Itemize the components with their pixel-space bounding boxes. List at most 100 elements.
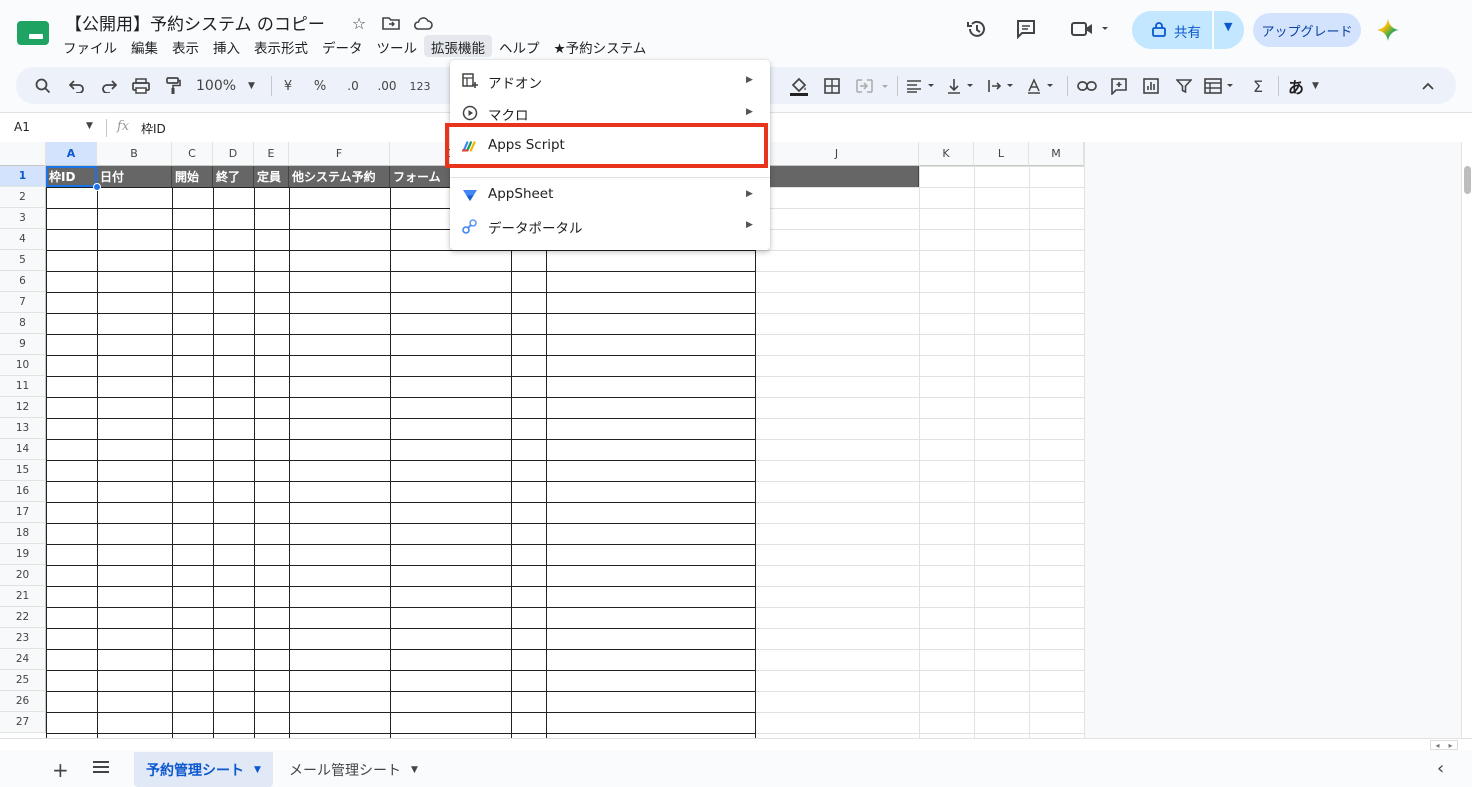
number-format-button[interactable]: 123	[408, 76, 432, 96]
menu-file[interactable]: ファイル	[56, 35, 124, 57]
redo-icon[interactable]	[99, 76, 119, 96]
row-header[interactable]: 24	[0, 649, 46, 670]
menu-help[interactable]: ヘルプ	[492, 35, 547, 57]
move-folder-icon[interactable]	[380, 12, 402, 34]
share-button[interactable]: 共有 ▼	[1132, 11, 1244, 49]
meet-icon[interactable]	[1068, 16, 1112, 42]
row-header[interactable]: 17	[0, 502, 46, 523]
filter-views-icon[interactable]	[1204, 76, 1238, 96]
header-cell-b[interactable]: 日付	[97, 166, 172, 187]
header-cell-d[interactable]: 終了	[213, 166, 254, 187]
row-header[interactable]: 8	[0, 313, 46, 334]
merge-cells-icon[interactable]	[854, 76, 890, 96]
row-header[interactable]: 2	[0, 187, 46, 208]
zoom-select[interactable]: 100% ▼	[196, 76, 258, 96]
column-header-c[interactable]: C	[172, 142, 213, 166]
row-header[interactable]: 1	[0, 166, 46, 187]
document-title[interactable]: 【公開用】予約システム のコピー	[65, 10, 325, 35]
text-rotation-icon[interactable]	[1027, 76, 1059, 96]
row-header[interactable]: 14	[0, 439, 46, 460]
paint-format-icon[interactable]	[163, 76, 183, 96]
menu-reservation-system[interactable]: ★予約システム	[547, 35, 654, 57]
row-header[interactable]: 15	[0, 460, 46, 481]
search-menus-icon[interactable]	[33, 76, 53, 96]
column-header-e[interactable]: E	[254, 142, 289, 166]
insert-link-icon[interactable]	[1077, 76, 1097, 96]
column-header-d[interactable]: D	[213, 142, 254, 166]
row-header[interactable]: 3	[0, 208, 46, 229]
column-header-l[interactable]: L	[974, 142, 1029, 166]
menu-item-addons[interactable]: アドオン ▶	[450, 65, 770, 97]
text-wrapping-icon[interactable]	[987, 76, 1019, 96]
print-icon[interactable]	[131, 76, 151, 96]
horizontal-align-icon[interactable]	[905, 76, 939, 96]
collapse-toolbar-icon[interactable]	[1418, 76, 1438, 96]
share-options-caret-icon[interactable]: ▼	[1224, 20, 1232, 33]
cloud-saved-icon[interactable]	[412, 12, 434, 34]
side-panel-toggle-icon[interactable]: ‹	[1437, 758, 1444, 779]
menu-view[interactable]: 表示	[165, 35, 206, 57]
menu-edit[interactable]: 編集	[124, 35, 165, 57]
row-header[interactable]: 5	[0, 250, 46, 271]
header-cell-j[interactable]: 開	[755, 166, 919, 187]
menu-item-appsheet[interactable]: AppSheet ▶	[450, 179, 770, 211]
select-all-corner[interactable]	[0, 142, 46, 166]
increase-decimal-button[interactable]: .00	[374, 76, 400, 96]
percent-format-button[interactable]: %	[312, 76, 328, 96]
row-header[interactable]: 16	[0, 481, 46, 502]
row-header[interactable]: 27	[0, 712, 46, 733]
vertical-scrollbar[interactable]	[1461, 142, 1472, 738]
name-box[interactable]: A1	[14, 120, 30, 134]
sheet-tab-caret-icon[interactable]: ▼	[411, 765, 418, 775]
column-header-k[interactable]: K	[919, 142, 974, 166]
scroll-left-icon[interactable]: ◂	[1435, 741, 1439, 750]
insert-chart-icon[interactable]	[1141, 76, 1161, 96]
row-header[interactable]: 10	[0, 355, 46, 376]
scroll-right-icon[interactable]: ▸	[1448, 741, 1452, 750]
vertical-align-icon[interactable]	[947, 76, 979, 96]
row-header[interactable]: 4	[0, 229, 46, 250]
menu-item-data-portal[interactable]: データポータル ▶	[450, 210, 770, 242]
header-cell-c[interactable]: 開始	[172, 166, 213, 187]
fill-handle[interactable]	[93, 183, 101, 191]
row-header[interactable]: 18	[0, 523, 46, 544]
fill-color-icon[interactable]	[788, 76, 810, 96]
functions-icon[interactable]: Σ	[1248, 76, 1268, 96]
column-header-f[interactable]: F	[289, 142, 390, 166]
menu-extensions[interactable]: 拡張機能	[424, 35, 492, 57]
column-header-a[interactable]: A	[46, 142, 97, 166]
star-icon[interactable]: ☆	[348, 12, 370, 34]
input-tools-button[interactable]: あ ▼	[1288, 76, 1328, 97]
all-sheets-menu-icon[interactable]	[92, 759, 110, 775]
scroll-arrows[interactable]: ◂ ▸	[1430, 740, 1458, 750]
row-header[interactable]: 9	[0, 334, 46, 355]
filter-icon[interactable]	[1174, 76, 1194, 96]
insert-comment-icon[interactable]	[1109, 76, 1129, 96]
formula-input[interactable]: 枠ID	[141, 120, 166, 137]
vertical-scrollbar-thumb[interactable]	[1464, 166, 1471, 194]
row-header[interactable]: 22	[0, 607, 46, 628]
row-header[interactable]: 12	[0, 397, 46, 418]
horizontal-scrollbar[interactable]: ◂ ▸	[0, 738, 1472, 750]
sheets-logo-icon[interactable]	[17, 21, 49, 45]
upgrade-button[interactable]: アップグレード	[1253, 13, 1361, 47]
header-cell-f[interactable]: 他システム予約	[289, 166, 390, 187]
undo-icon[interactable]	[67, 76, 87, 96]
add-sheet-icon[interactable]: +	[52, 758, 69, 782]
borders-icon[interactable]	[822, 76, 842, 96]
menu-insert[interactable]: 挿入	[206, 35, 247, 57]
currency-format-button[interactable]: ¥	[280, 76, 296, 96]
row-header[interactable]: 6	[0, 271, 46, 292]
menu-format[interactable]: 表示形式	[247, 35, 315, 57]
column-header-j[interactable]: J	[755, 142, 919, 166]
gemini-icon[interactable]	[1376, 18, 1400, 42]
decrease-decimal-button[interactable]: .0	[342, 76, 364, 96]
column-header-m[interactable]: M	[1029, 142, 1084, 166]
row-header[interactable]: 19	[0, 544, 46, 565]
comments-icon[interactable]	[1013, 16, 1039, 42]
row-header[interactable]: 21	[0, 586, 46, 607]
name-box-caret-icon[interactable]: ▼	[86, 121, 93, 131]
row-header[interactable]: 23	[0, 628, 46, 649]
sheet-tab-caret-icon[interactable]: ▼	[254, 765, 261, 775]
menu-tools[interactable]: ツール	[370, 35, 425, 57]
